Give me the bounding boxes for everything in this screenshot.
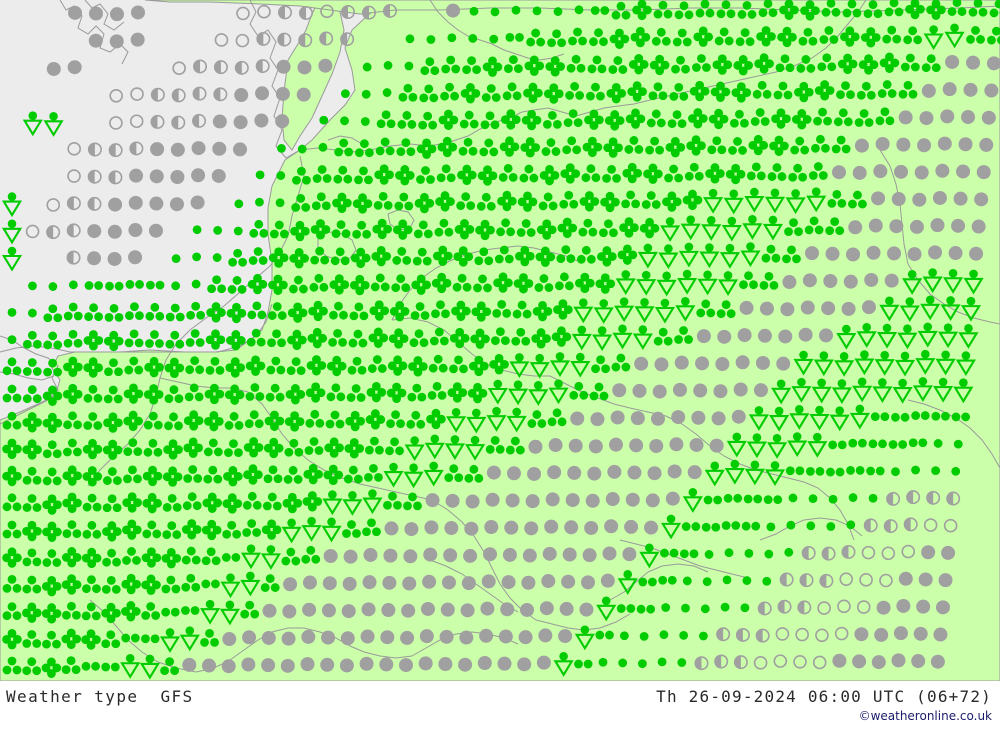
footer-bar: Weather type GFS Th 26-09-2024 06:00 UTC… <box>0 681 1000 733</box>
map-geography <box>0 0 1000 681</box>
footer-valid-time: Th 26-09-2024 06:00 UTC (06+72) <box>656 687 992 706</box>
footer-product-title: Weather type GFS <box>6 687 194 706</box>
weather-map-page: Weather type GFS Th 26-09-2024 06:00 UTC… <box>0 0 1000 733</box>
footer-copyright: ©weatheronline.co.uk <box>858 709 992 723</box>
map-area[interactable] <box>0 0 1000 681</box>
